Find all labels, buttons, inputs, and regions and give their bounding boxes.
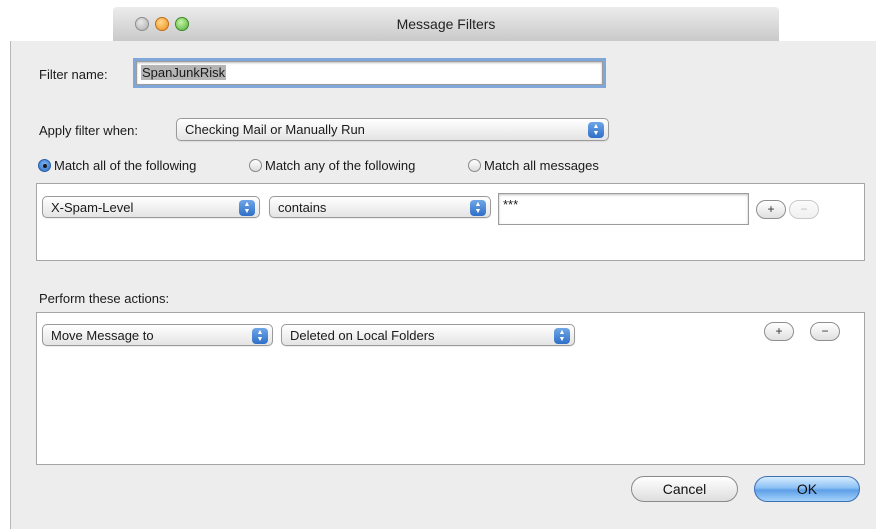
cancel-button[interactable]: Cancel — [631, 476, 738, 502]
action-type-value: Move Message to — [51, 328, 154, 343]
radio-match-any[interactable]: Match any of the following — [249, 158, 415, 173]
radio-match-all-messages[interactable]: Match all messages — [468, 158, 599, 173]
radio-selected-icon — [38, 159, 51, 172]
apply-filter-select[interactable]: Checking Mail or Manually Run ▲ ▼ — [176, 118, 609, 141]
rule-operator-value: contains — [278, 200, 327, 215]
actions-list: Move Message to ▲ ▼ Deleted on Local Fold… — [36, 312, 865, 465]
apply-filter-value: Checking Mail or Manually Run — [185, 122, 365, 137]
ok-button[interactable]: OK — [754, 476, 860, 502]
rule-field-select[interactable]: X-Spam-Level ▲ ▼ — [42, 196, 260, 218]
updown-arrows-icon: ▲ ▼ — [588, 122, 604, 138]
filter-name-field[interactable]: SpanJunkRisk — [133, 58, 606, 88]
rule-value-text: *** — [503, 197, 519, 212]
add-action-button[interactable]: + — [764, 322, 794, 341]
radio-unselected-icon — [249, 159, 262, 172]
rule-value-field[interactable]: *** — [498, 193, 749, 225]
updown-arrows-icon: ▲ ▼ — [470, 200, 486, 216]
apply-filter-label: Apply filter when: — [39, 123, 138, 138]
updown-arrows-icon: ▲ ▼ — [554, 328, 570, 344]
filter-name-label: Filter name: — [39, 67, 108, 82]
rules-list: X-Spam-Level ▲ ▼ contains ▲ ▼ *** + − — [36, 183, 865, 261]
updown-arrows-icon: ▲ ▼ — [252, 328, 268, 344]
rule-operator-select[interactable]: contains ▲ ▼ — [269, 196, 491, 218]
actions-label: Perform these actions: — [39, 291, 170, 306]
add-rule-button[interactable]: + — [756, 200, 786, 219]
remove-action-button[interactable]: − — [810, 322, 840, 341]
radio-unselected-icon — [468, 159, 481, 172]
radio-match-all-messages-label: Match all messages — [484, 158, 599, 173]
filter-name-value: SpanJunkRisk — [141, 65, 227, 80]
window-title: Message Filters — [396, 16, 496, 32]
radio-match-all[interactable]: Match all of the following — [38, 158, 196, 173]
radio-match-all-label: Match all of the following — [54, 158, 197, 173]
action-type-select[interactable]: Move Message to ▲ ▼ — [42, 324, 273, 346]
rule-field-value: X-Spam-Level — [51, 200, 134, 215]
dialog-body: Filter name: SpanJunkRisk Apply filter w… — [10, 41, 876, 529]
remove-rule-button[interactable]: − — [789, 200, 819, 219]
action-target-select[interactable]: Deleted on Local Folders ▲ ▼ — [281, 324, 575, 346]
radio-match-any-label: Match any of the following — [265, 158, 416, 173]
action-target-value: Deleted on Local Folders — [290, 328, 435, 343]
updown-arrows-icon: ▲ ▼ — [239, 200, 255, 216]
title-bar[interactable]: Message Filters — [113, 7, 779, 42]
